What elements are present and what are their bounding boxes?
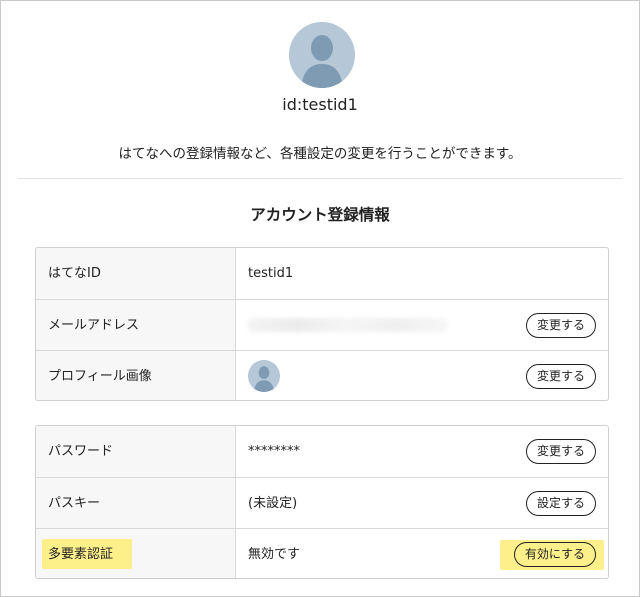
- email-value-redacted: [248, 318, 448, 332]
- change-password-button[interactable]: 変更する: [525, 439, 596, 464]
- row-passkey: パスキー (未設定) 設定する: [36, 477, 608, 528]
- section-title: アカウント登録情報: [250, 206, 390, 224]
- row-value: (未設定): [248, 496, 298, 511]
- section-divider: [18, 178, 622, 179]
- account-info-card: はてなID testid1 メールアドレス 変更する プロフィール画像 変更する: [35, 247, 609, 401]
- profile-avatar-small: [248, 360, 280, 392]
- intro-text: はてなへの登録情報など、各種設定の変更を行うことができます。: [118, 146, 522, 162]
- setup-passkey-button[interactable]: 設定する: [525, 491, 596, 516]
- row-value: 無効です: [248, 547, 301, 562]
- row-value: ********: [248, 444, 300, 459]
- row-profile-image: プロフィール画像 変更する: [36, 350, 608, 400]
- user-silhouette-icon: [248, 360, 280, 392]
- change-profile-image-button[interactable]: 変更する: [525, 364, 596, 389]
- row-email: メールアドレス 変更する: [36, 299, 608, 350]
- row-password: パスワード ******** 変更する: [36, 426, 608, 477]
- row-label: パスキー: [36, 478, 236, 528]
- enable-mfa-button[interactable]: 有効にする: [513, 542, 596, 567]
- row-value: testid1: [248, 266, 294, 281]
- mfa-label-text: 多要素認証: [48, 547, 114, 562]
- row-hatena-id: はてなID testid1: [36, 248, 608, 299]
- profile-avatar-large: [289, 22, 355, 88]
- user-id-label: id:testid1: [282, 95, 358, 114]
- row-label: メールアドレス: [36, 300, 236, 350]
- security-card: パスワード ******** 変更する パスキー (未設定) 設定する 多要素認…: [35, 425, 609, 579]
- row-label: パスワード: [36, 426, 236, 477]
- row-label: はてなID: [36, 248, 236, 299]
- user-silhouette-icon: [289, 22, 355, 88]
- row-label: 多要素認証: [36, 529, 236, 578]
- row-label: プロフィール画像: [36, 351, 236, 400]
- row-mfa: 多要素認証 無効です 有効にする: [36, 528, 608, 578]
- change-email-button[interactable]: 変更する: [525, 313, 596, 338]
